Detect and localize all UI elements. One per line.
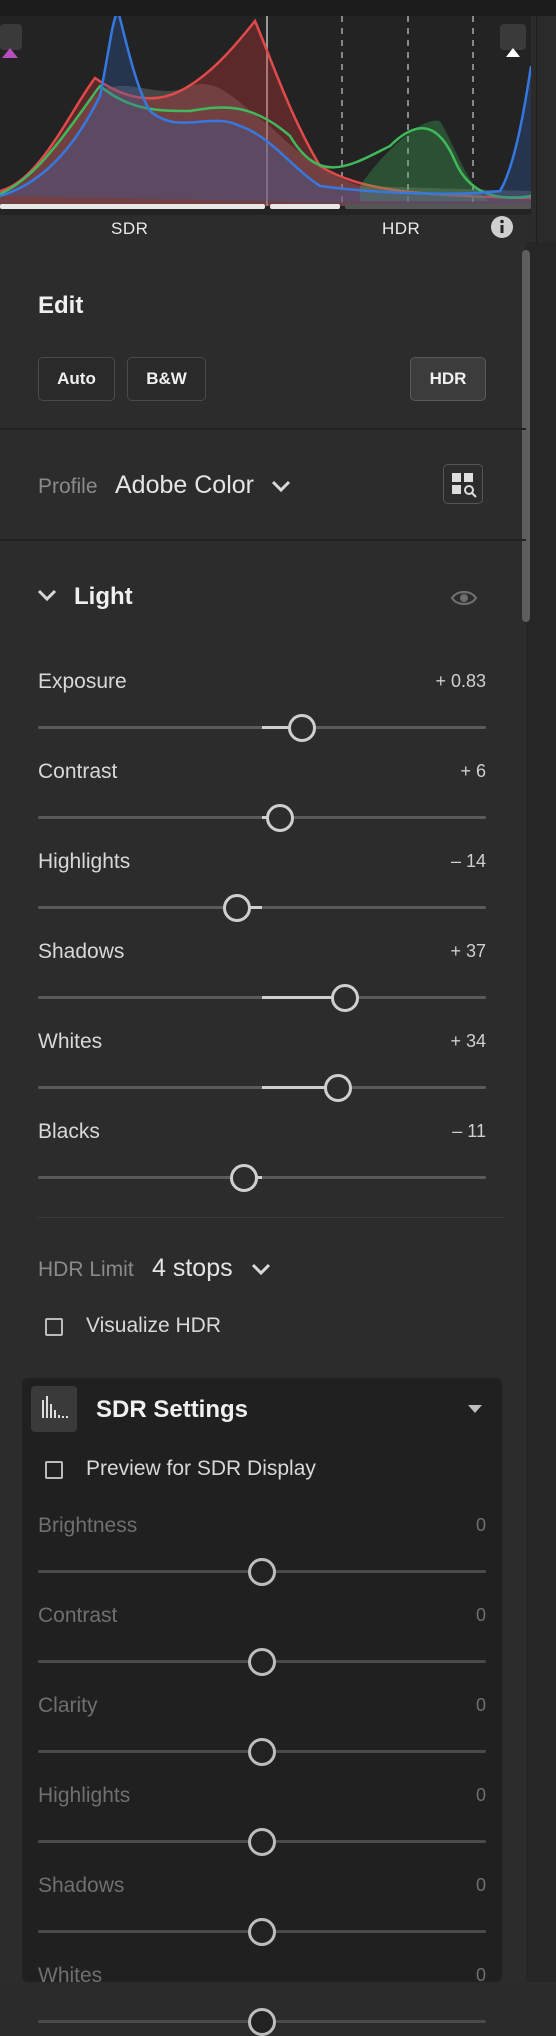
info-icon[interactable] bbox=[490, 215, 514, 239]
divider bbox=[0, 428, 526, 430]
histogram-icon bbox=[42, 1396, 68, 1418]
slider-label: Shadows bbox=[38, 1874, 125, 1897]
slider-thumb[interactable] bbox=[288, 714, 317, 742]
slider-label: Highlights bbox=[38, 850, 131, 873]
light-section-title[interactable]: Light bbox=[74, 583, 133, 611]
slider[interactable] bbox=[38, 804, 486, 832]
slider[interactable] bbox=[38, 714, 486, 742]
slider[interactable] bbox=[38, 1918, 486, 1946]
divider bbox=[0, 539, 526, 541]
slider[interactable] bbox=[38, 1828, 486, 1856]
scrollbar-thumb[interactable] bbox=[522, 250, 530, 622]
slider[interactable] bbox=[38, 1074, 486, 1102]
shadow-clipping-toggle[interactable] bbox=[0, 24, 22, 58]
histogram: SDR HDR bbox=[0, 0, 556, 238]
slider-track[interactable] bbox=[38, 906, 486, 909]
slider-value[interactable]: + 37 bbox=[386, 941, 486, 962]
slider-track[interactable] bbox=[38, 1176, 486, 1179]
divider bbox=[38, 1217, 504, 1218]
slider[interactable] bbox=[38, 1558, 486, 1586]
slider-value[interactable]: 0 bbox=[386, 1515, 486, 1536]
slider-value[interactable]: + 0.83 bbox=[386, 671, 486, 692]
sdr-settings-title[interactable]: SDR Settings bbox=[96, 1396, 248, 1424]
chevron-down-icon[interactable] bbox=[36, 588, 58, 604]
slider[interactable] bbox=[38, 2008, 486, 2036]
sdr-label: SDR bbox=[111, 219, 149, 238]
slider-thumb[interactable] bbox=[248, 1648, 276, 1676]
slider-label: Blacks bbox=[38, 1120, 100, 1143]
hdr-limit-label: HDR Limit bbox=[38, 1258, 134, 1281]
slider[interactable] bbox=[38, 1738, 486, 1766]
slider[interactable] bbox=[38, 894, 486, 922]
hdr-label: HDR bbox=[382, 219, 421, 238]
slider-label: Clarity bbox=[38, 1694, 98, 1717]
slider-thumb[interactable] bbox=[324, 1074, 353, 1102]
visualize-hdr-label: Visualize HDR bbox=[86, 1314, 221, 1337]
preview-sdr-label: Preview for SDR Display bbox=[86, 1457, 316, 1480]
hdr-limit-select[interactable]: 4 stops bbox=[152, 1254, 233, 1283]
slider-label: Whites bbox=[38, 1964, 103, 1987]
profile-label: Profile bbox=[38, 475, 98, 498]
slider-value[interactable]: 0 bbox=[386, 1875, 486, 1896]
profile-grid-icon bbox=[452, 473, 477, 498]
slider-label: Highlights bbox=[38, 1784, 131, 1807]
profile-select[interactable]: Adobe Color bbox=[115, 471, 254, 500]
histogram-graph bbox=[0, 16, 531, 209]
highlight-clipping-icon bbox=[506, 48, 520, 57]
slider-thumb[interactable] bbox=[265, 804, 294, 832]
slider-thumb[interactable] bbox=[248, 1828, 276, 1856]
slider-thumb[interactable] bbox=[223, 894, 252, 922]
slider-label: Shadows bbox=[38, 940, 125, 963]
auto-button[interactable]: Auto bbox=[38, 357, 115, 401]
slider-value[interactable]: + 34 bbox=[386, 1031, 486, 1052]
slider-label: Whites bbox=[38, 1030, 103, 1053]
bw-button[interactable]: B&W bbox=[127, 357, 206, 401]
visualize-hdr-checkbox[interactable] bbox=[45, 1318, 63, 1336]
slider-thumb[interactable] bbox=[248, 1558, 276, 1586]
slider-label: Brightness bbox=[38, 1514, 138, 1537]
slider-value[interactable]: – 14 bbox=[386, 851, 486, 872]
collapse-triangle-icon[interactable] bbox=[466, 1402, 484, 1416]
shadow-clipping-icon bbox=[2, 48, 18, 58]
eye-icon[interactable] bbox=[450, 586, 478, 610]
hdr-button[interactable]: HDR bbox=[410, 357, 486, 401]
slider[interactable] bbox=[38, 1164, 486, 1192]
slider-value[interactable]: – 11 bbox=[386, 1121, 486, 1142]
slider[interactable] bbox=[38, 1648, 486, 1676]
slider-label: Contrast bbox=[38, 1604, 118, 1627]
sdr-settings-icon-button[interactable] bbox=[31, 1386, 77, 1432]
slider-value[interactable]: 0 bbox=[386, 1965, 486, 1986]
slider-thumb[interactable] bbox=[330, 984, 359, 1012]
preview-sdr-checkbox[interactable] bbox=[45, 1461, 63, 1479]
slider-label: Exposure bbox=[38, 670, 127, 693]
profile-browser-button[interactable] bbox=[443, 464, 483, 504]
slider-value[interactable]: 0 bbox=[386, 1605, 486, 1626]
histogram-top-bar bbox=[0, 0, 556, 16]
chevron-down-icon[interactable] bbox=[270, 478, 292, 494]
slider-thumb[interactable] bbox=[230, 1164, 259, 1192]
slider-thumb[interactable] bbox=[248, 2008, 276, 2036]
slider-value[interactable]: + 6 bbox=[386, 761, 486, 782]
slider[interactable] bbox=[38, 984, 486, 1012]
slider-thumb[interactable] bbox=[248, 1738, 276, 1766]
slider-label: Contrast bbox=[38, 760, 118, 783]
edit-title: Edit bbox=[38, 292, 84, 319]
slider-value[interactable]: 0 bbox=[386, 1695, 486, 1716]
scrollbar-track[interactable] bbox=[526, 242, 556, 1982]
slider-value[interactable]: 0 bbox=[386, 1785, 486, 1806]
highlight-clipping-toggle[interactable] bbox=[500, 24, 526, 57]
chevron-down-icon[interactable] bbox=[250, 1262, 272, 1278]
slider-thumb[interactable] bbox=[248, 1918, 276, 1946]
